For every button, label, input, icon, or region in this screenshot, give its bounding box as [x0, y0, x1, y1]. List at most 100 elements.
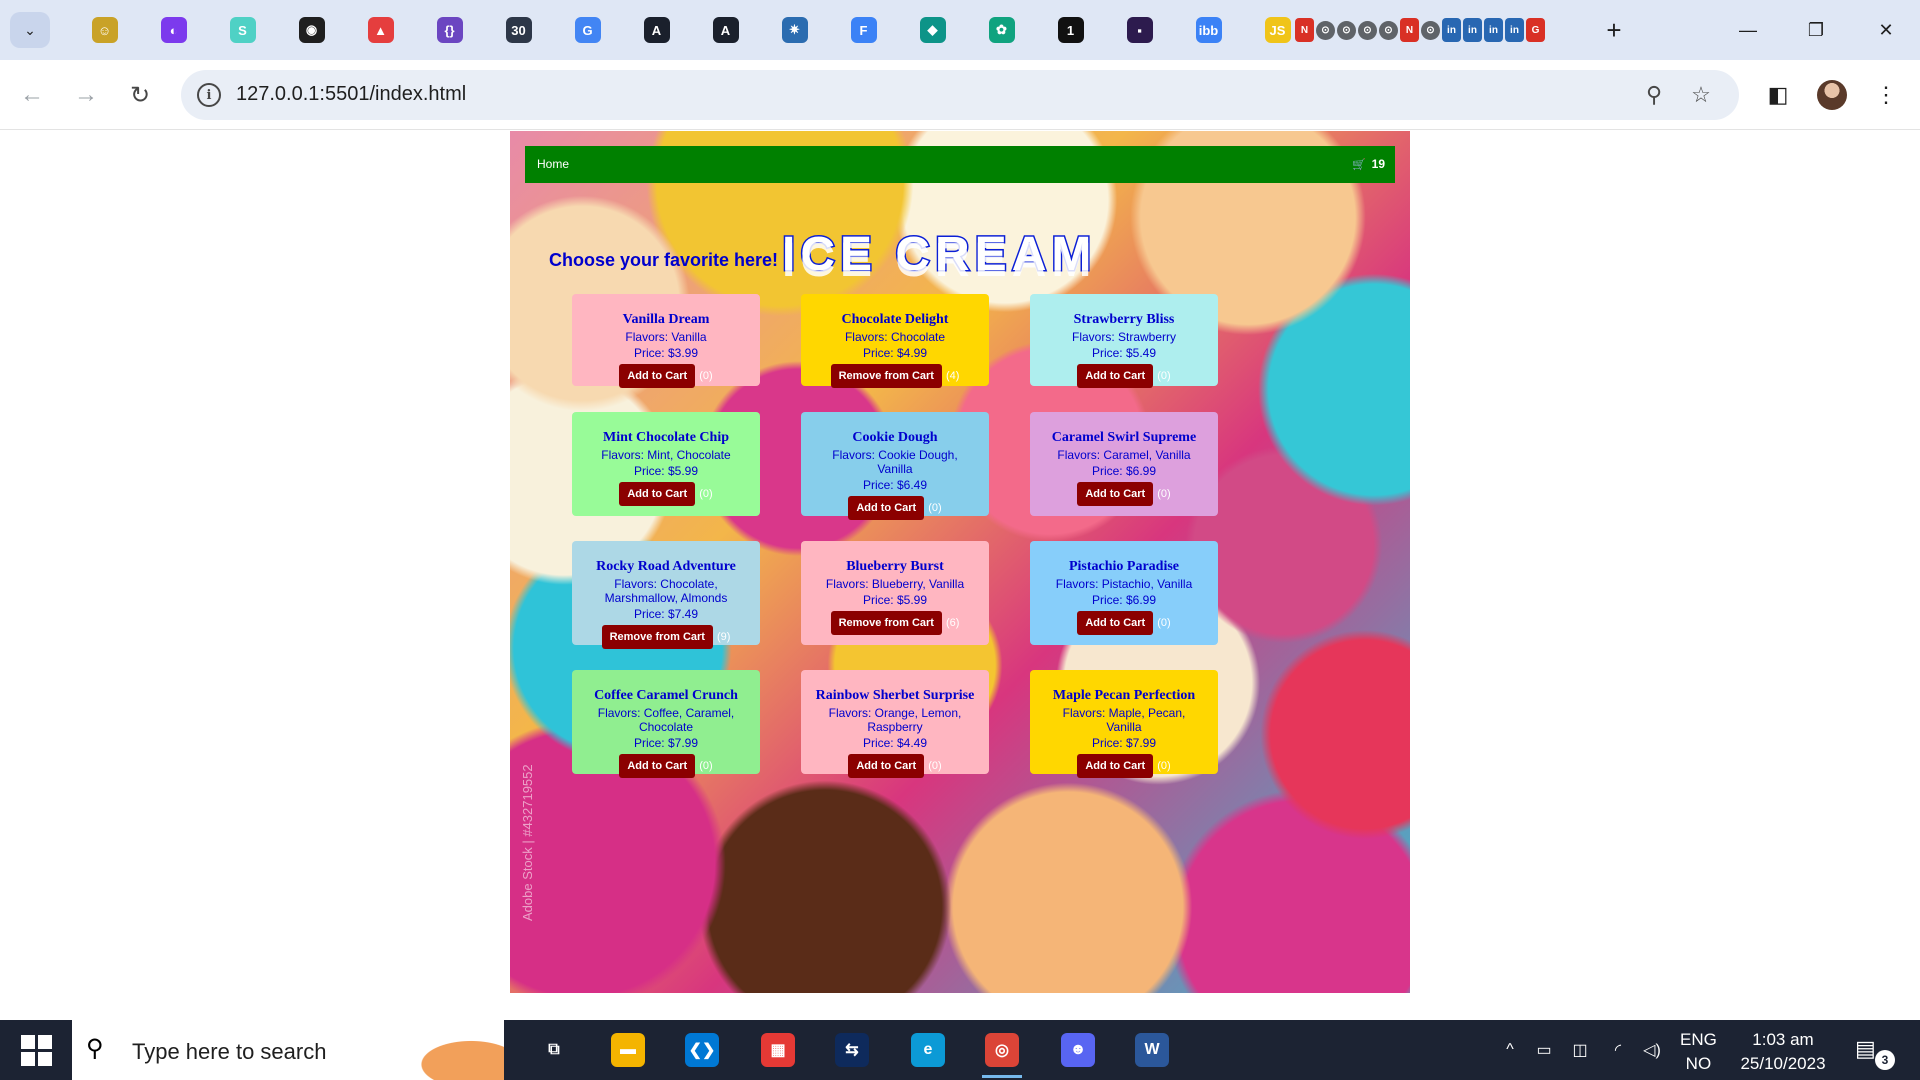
cart-toggle-button[interactable]: Add to Cart	[1077, 611, 1154, 635]
product-flavors: Flavors: Vanilla	[625, 330, 707, 344]
thirty-tab-icon: 30	[505, 17, 532, 43]
cart-toggle-button[interactable]: Add to Cart	[619, 482, 696, 506]
notification-center[interactable]: ▤ 3	[1855, 1036, 1895, 1070]
cart-toggle-button[interactable]: Add to Cart	[848, 496, 925, 520]
product-card: Rainbow Sherbet Surprise Flavors: Orange,…	[801, 670, 989, 778]
input-language[interactable]: ENG NO	[1680, 1028, 1717, 1076]
page-viewport: Home 🛒 19 Choose your favorite here! ICE…	[0, 131, 1920, 1019]
product-flavors: Flavors: Caramel, Vanilla	[1057, 448, 1191, 462]
browser-tab[interactable]: 30	[484, 14, 553, 46]
browser-tab[interactable]: S	[208, 14, 277, 46]
taskbar-search[interactable]: ⚲ Type here to search	[72, 1020, 504, 1080]
cart-icon: 🛒	[1351, 158, 1366, 171]
reload-button[interactable]: ↻	[120, 75, 160, 115]
browser-tab[interactable]: ✿	[967, 14, 1036, 46]
cart-toggle-button[interactable]: Add to Cart	[1077, 364, 1154, 388]
cart-toggle-button[interactable]: Add to Cart	[619, 364, 696, 388]
start-button[interactable]	[12, 1034, 60, 1066]
pinned-tab-icon[interactable]: in	[1463, 18, 1482, 42]
system-clock[interactable]: 1:03 am 25/10/2023	[1733, 1028, 1833, 1076]
product-actions: Remove from Cart (9)	[572, 625, 760, 649]
battery-icon[interactable]: ▭	[1532, 1038, 1556, 1062]
tab-search-button[interactable]: ⌄	[10, 12, 50, 48]
windows-taskbar: ⚲ Type here to search ⧉ ▬ ❮❯ ▦ ⇆ e ◎ ☻ W ^ ▭ ◫ ◜…	[0, 1020, 1920, 1080]
pinned-tab-icon[interactable]: in	[1505, 18, 1524, 42]
product-card: Blueberry Burst Flavors: Blueberry, Vanil…	[801, 541, 989, 645]
site-navbar: Home 🛒 19	[525, 146, 1395, 183]
browser-tab[interactable]: ✷	[760, 14, 829, 46]
product-flavors: Flavors: Strawberry	[1071, 330, 1177, 344]
taskbar-app-button[interactable]: ◎	[974, 1028, 1030, 1078]
url-text[interactable]: 127.0.0.1:5501/index.html	[236, 83, 466, 106]
product-card: Cookie Dough Flavors: Cookie Dough, Vanil…	[801, 412, 989, 520]
pinned-tab-icon[interactable]: N	[1295, 18, 1314, 42]
product-card: Strawberry Bliss Flavors: Strawberry Price…	[1030, 294, 1218, 388]
cart-toggle-button[interactable]: Add to Cart	[619, 754, 696, 778]
cart-indicator[interactable]: 🛒 19	[1352, 157, 1385, 171]
pinned-tab-icon[interactable]: ⊙	[1316, 20, 1335, 40]
cart-toggle-button[interactable]: Add to Cart	[848, 754, 925, 778]
browser-tab[interactable]: ◉	[277, 14, 346, 46]
site-info-icon[interactable]: i	[197, 83, 221, 107]
cart-item-count: (4)	[945, 370, 960, 382]
new-tab-button[interactable]: +	[1598, 14, 1630, 46]
zoom-icon[interactable]: ⚲	[1639, 80, 1669, 110]
browser-tab[interactable]: ibb	[1174, 14, 1243, 46]
browser-tab[interactable]: ◐	[139, 14, 208, 46]
pinned-tab-icon[interactable]: ⊙	[1358, 20, 1377, 40]
taskbar-app-button[interactable]: e	[900, 1028, 956, 1072]
browser-tab[interactable]: ☺	[70, 14, 139, 46]
minimize-button[interactable]: —	[1724, 10, 1772, 50]
product-flavors: Flavors: Chocolate	[844, 330, 946, 344]
taskbar-app-button[interactable]: ⇆	[824, 1028, 880, 1072]
product-name: Chocolate Delight	[841, 312, 949, 327]
browser-tab[interactable]: G	[553, 14, 622, 46]
cart-toggle-button[interactable]: Add to Cart	[1077, 754, 1154, 778]
browser-menu-icon[interactable]: ⋮	[1866, 75, 1906, 115]
product-price: Price: $6.99	[1091, 593, 1157, 607]
browser-tab[interactable]: ▲	[346, 14, 415, 46]
browser-tab[interactable]: A	[691, 14, 760, 46]
product-actions: Remove from Cart (6)	[801, 611, 989, 635]
product-actions: Add to Cart (0)	[801, 496, 989, 520]
browser-tab[interactable]: ◆	[898, 14, 967, 46]
browser-tab[interactable]: ▪	[1105, 14, 1174, 46]
product-actions: Remove from Cart (4)	[801, 364, 989, 388]
cart-toggle-button[interactable]: Remove from Cart	[601, 625, 713, 649]
close-window-button[interactable]: ✕	[1862, 10, 1910, 50]
regex-tab-icon: A	[643, 17, 670, 43]
wifi-icon[interactable]: ◜	[1606, 1038, 1630, 1062]
pinned-tab-icon[interactable]: G	[1526, 18, 1545, 42]
browser-tab[interactable]: F	[829, 14, 898, 46]
meet-now-icon[interactable]: ◫	[1568, 1038, 1592, 1062]
pinned-tab-icon[interactable]: ⊙	[1379, 20, 1398, 40]
taskbar-app-button[interactable]: ⧉	[526, 1028, 582, 1072]
taskbar-app-button[interactable]: ▦	[750, 1028, 806, 1072]
pinned-tab-icon[interactable]: N	[1400, 18, 1419, 42]
browser-tab[interactable]: A	[622, 14, 691, 46]
taskbar-app-button[interactable]: ☻	[1050, 1028, 1106, 1072]
browser-tab[interactable]: {}	[415, 14, 484, 46]
taskbar-app-button[interactable]: W	[1124, 1028, 1180, 1072]
nav-home-link[interactable]: Home	[537, 157, 569, 171]
bookmark-star-icon[interactable]: ☆	[1686, 80, 1716, 110]
forward-button[interactable]: →	[66, 75, 106, 115]
cart-toggle-button[interactable]: Remove from Cart	[830, 364, 942, 388]
product-actions: Add to Cart (0)	[1030, 364, 1218, 388]
taskbar-app-button[interactable]: ▬	[600, 1028, 656, 1072]
pinned-tab-icon[interactable]: ⊙	[1337, 20, 1356, 40]
pinned-tab-icon[interactable]: in	[1484, 18, 1503, 42]
taskbar-app-button[interactable]: ❮❯	[674, 1028, 730, 1072]
cart-toggle-button[interactable]: Remove from Cart	[830, 611, 942, 635]
volume-icon[interactable]: ◁)	[1640, 1038, 1664, 1062]
tray-chevron-icon[interactable]: ^	[1498, 1038, 1522, 1062]
pinned-tab-icon[interactable]: in	[1442, 18, 1461, 42]
address-bar[interactable]: i 127.0.0.1:5501/index.html ⚲ ☆	[181, 70, 1739, 120]
profile-avatar[interactable]	[1817, 80, 1847, 110]
side-panel-icon[interactable]: ◧	[1758, 75, 1798, 115]
restore-button[interactable]: ❐	[1792, 10, 1840, 50]
cart-toggle-button[interactable]: Add to Cart	[1077, 482, 1154, 506]
pinned-tab-icon[interactable]: ⊙	[1421, 20, 1440, 40]
browser-tab[interactable]: 1	[1036, 14, 1105, 46]
back-button[interactable]: ←	[12, 75, 52, 115]
